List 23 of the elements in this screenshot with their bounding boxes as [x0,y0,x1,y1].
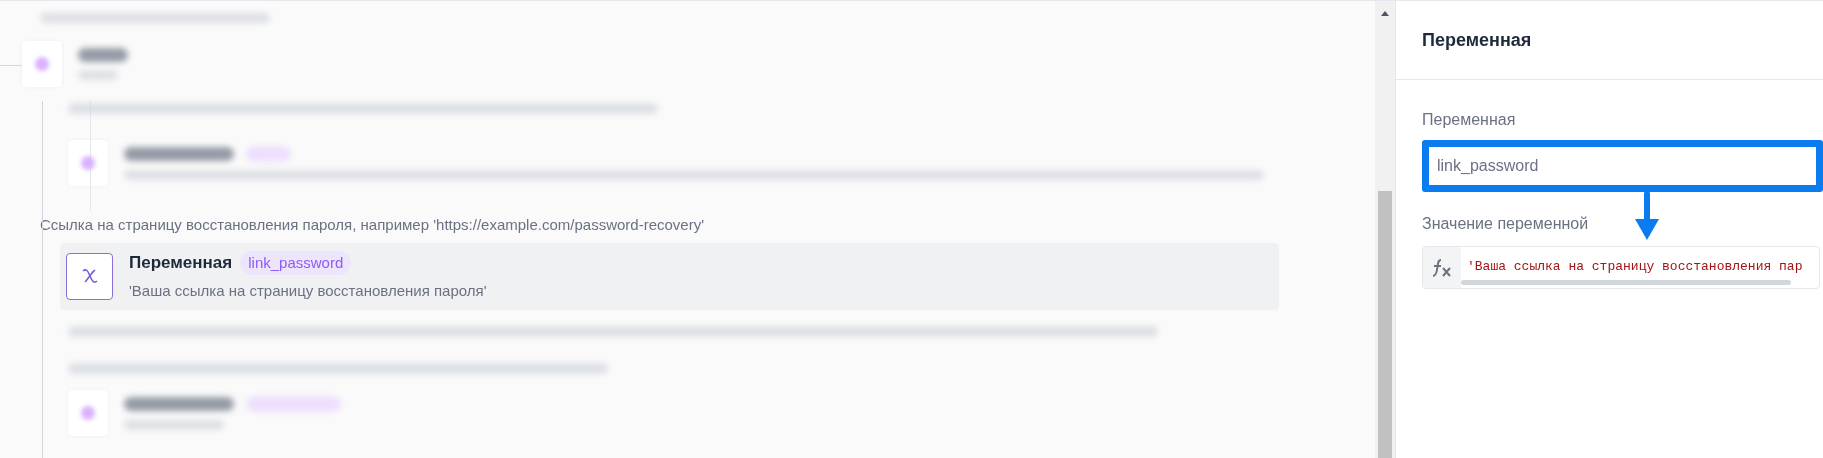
variable-icon [66,252,113,300]
code-value: 'Ваша ссылка на страницу восстановления пар [1467,258,1803,276]
step-description: Ссылка на страницу восстановления пароля, например 'https://example.com/password-recovery' [40,215,705,235]
down-arrow-icon [1634,192,1661,242]
scrollbar[interactable] [1375,1,1395,458]
field-label: Значение переменной [1422,214,1589,234]
step-icon [35,57,49,71]
step-title: Переменная [129,252,233,274]
step-icon [81,405,95,420]
step-subtitle: 'Ваша ссылка на страницу восстановления пароля' [129,280,487,301]
scrollbar-thumb[interactable] [1378,191,1392,458]
horizontal-scrollbar[interactable] [1461,280,1791,285]
step-row[interactable]: Переменная link_password 'Ваша ссылка на страницу восстановления пароля' [60,242,1279,310]
code-field[interactable]: 'Ваша ссылка на страницу восстановления пар [1422,246,1820,289]
step-icon [81,156,95,170]
variable-badge: link_password [240,250,352,275]
function-icon [1423,247,1461,288]
blurred-text [78,48,128,62]
blurred-text [246,146,291,162]
field-label: Переменная [1422,110,1517,130]
panel-title: Переменная [1422,28,1532,52]
variable-field[interactable]: link_password [1422,140,1823,192]
scroll-up-icon[interactable] [1381,11,1389,16]
